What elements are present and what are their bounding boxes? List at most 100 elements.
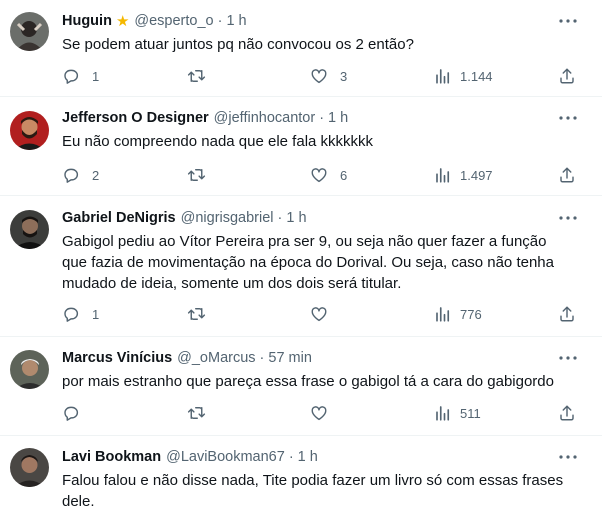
views-icon — [434, 404, 452, 422]
views-button[interactable]: 511 — [434, 402, 481, 424]
timestamp[interactable]: 1 h — [226, 13, 246, 29]
views-button[interactable]: 1.144 — [434, 65, 493, 87]
author-name[interactable]: Marcus Vinícius — [62, 350, 172, 366]
author-name[interactable]: Gabriel DeNigris — [62, 210, 176, 226]
like-button[interactable]: 6 — [310, 164, 347, 186]
retweet-icon — [187, 67, 206, 85]
timestamp[interactable]: 1 h — [298, 449, 318, 465]
tweet-actions: 1 3 1.144 — [0, 65, 602, 87]
more-icon[interactable] — [556, 11, 580, 31]
author-name[interactable]: Jefferson O Designer — [62, 110, 209, 126]
separator-dot: · — [259, 350, 265, 366]
like-icon — [310, 404, 328, 422]
tweet-header: Gabriel DeNigris @nigrisgabriel · 1 h — [62, 208, 307, 228]
views-button[interactable]: 776 — [434, 303, 482, 325]
timestamp[interactable]: 1 h — [286, 210, 306, 226]
like-count: 3 — [340, 68, 348, 84]
author-name[interactable]: Lavi Bookman — [62, 449, 161, 465]
like-button[interactable]: 3 — [310, 65, 347, 87]
retweet-button[interactable] — [187, 65, 218, 87]
reply-icon — [62, 305, 80, 323]
like-icon — [310, 166, 328, 184]
separator-dot: · — [217, 13, 223, 29]
tweet-actions: 511 — [0, 402, 602, 424]
more-icon[interactable] — [556, 447, 580, 467]
tweet-text: Se podem atuar juntos pq não convocou os… — [62, 36, 414, 53]
tweet-actions: 2 6 1.497 — [0, 164, 602, 186]
reply-icon — [62, 404, 80, 422]
timestamp[interactable]: 57 min — [268, 350, 312, 366]
like-button[interactable] — [310, 303, 340, 325]
star-icon: ★ — [115, 13, 130, 30]
timeline: Huguin ★ @esperto_o · 1 h Se podem atuar… — [0, 0, 602, 516]
reply-button[interactable] — [62, 402, 92, 424]
views-icon — [434, 67, 452, 85]
separator-dot: · — [288, 449, 294, 465]
avatar[interactable] — [10, 111, 49, 150]
share-button[interactable] — [558, 65, 576, 87]
tweet[interactable]: Marcus Vinícius @_oMarcus · 57 min por m… — [0, 337, 602, 436]
share-button[interactable] — [558, 402, 576, 424]
tweet[interactable]: Huguin ★ @esperto_o · 1 h Se podem atuar… — [0, 0, 602, 97]
avatar[interactable] — [10, 350, 49, 389]
tweet-header: Marcus Vinícius @_oMarcus · 57 min — [62, 348, 312, 368]
views-count: 511 — [460, 405, 481, 421]
like-count: 6 — [340, 167, 348, 183]
reply-button[interactable]: 2 — [62, 164, 99, 186]
views-button[interactable]: 1.497 — [434, 164, 493, 186]
reply-count: 2 — [92, 167, 100, 183]
share-icon — [558, 67, 576, 85]
reply-count: 1 — [92, 68, 100, 84]
timestamp[interactable]: 1 h — [328, 110, 348, 126]
reply-icon — [62, 67, 80, 85]
author-name[interactable]: Huguin — [62, 13, 112, 29]
more-icon[interactable] — [556, 108, 580, 128]
author-handle[interactable]: @jeffinhocantor — [214, 110, 316, 126]
tweet-text: Eu não compreendo nada que ele fala kkkk… — [62, 133, 374, 150]
views-icon — [434, 166, 452, 184]
views-count: 776 — [460, 306, 482, 322]
retweet-icon — [187, 404, 206, 422]
share-button[interactable] — [558, 303, 576, 325]
retweet-icon — [187, 166, 206, 184]
tweet-text: Falou falou e não disse nada, Tite podia… — [62, 472, 564, 510]
author-handle[interactable]: @esperto_o — [134, 13, 213, 29]
like-button[interactable] — [310, 402, 340, 424]
retweet-button[interactable] — [187, 164, 218, 186]
avatar[interactable] — [10, 210, 49, 249]
author-handle[interactable]: @_oMarcus — [177, 350, 255, 366]
tweet-text: por mais estranho que pareça essa frase … — [62, 373, 554, 390]
avatar[interactable] — [10, 12, 49, 51]
like-icon — [310, 67, 328, 85]
separator-dot: · — [319, 110, 325, 126]
more-icon[interactable] — [556, 348, 580, 368]
separator-dot: · — [277, 210, 283, 226]
reply-icon — [62, 166, 80, 184]
avatar[interactable] — [10, 448, 49, 487]
share-icon — [558, 404, 576, 422]
tweet-header: Jefferson O Designer @jeffinhocantor · 1… — [62, 108, 348, 128]
tweet-header: Huguin ★ @esperto_o · 1 h — [62, 11, 247, 31]
share-icon — [558, 166, 576, 184]
tweet-header: Lavi Bookman @LaviBookman67 · 1 h — [62, 447, 318, 467]
views-count: 1.497 — [460, 167, 493, 183]
share-button[interactable] — [558, 164, 576, 186]
tweet[interactable]: Lavi Bookman @LaviBookman67 · 1 h Falou … — [0, 436, 602, 516]
author-handle[interactable]: @nigrisgabriel — [181, 210, 274, 226]
tweet[interactable]: Gabriel DeNigris @nigrisgabriel · 1 h Ga… — [0, 196, 602, 337]
reply-button[interactable]: 1 — [62, 303, 99, 325]
tweet-actions: 1 776 — [0, 303, 602, 325]
views-icon — [434, 305, 452, 323]
retweet-icon — [187, 305, 206, 323]
views-count: 1.144 — [460, 68, 493, 84]
like-icon — [310, 305, 328, 323]
more-icon[interactable] — [556, 208, 580, 228]
author-handle[interactable]: @LaviBookman67 — [166, 449, 285, 465]
retweet-button[interactable] — [187, 303, 218, 325]
retweet-button[interactable] — [187, 402, 218, 424]
tweet-text: Gabigol pediu ao Vítor Pereira pra ser 9… — [62, 233, 554, 292]
reply-count: 1 — [92, 306, 100, 322]
share-icon — [558, 305, 576, 323]
tweet[interactable]: Jefferson O Designer @jeffinhocantor · 1… — [0, 97, 602, 196]
reply-button[interactable]: 1 — [62, 65, 99, 87]
